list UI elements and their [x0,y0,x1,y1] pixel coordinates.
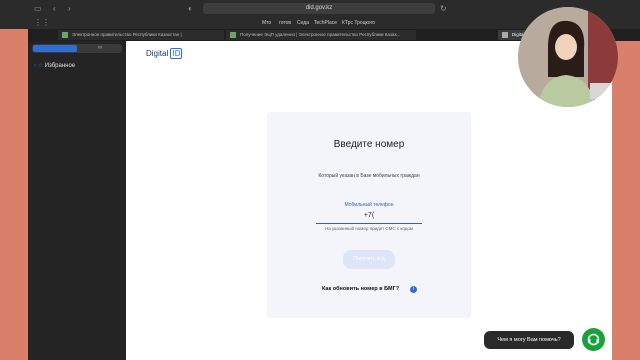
card-title: Введите номер [333,139,405,150]
bookmark-item[interactable]: Седа [297,20,309,26]
desktop-background-right [612,41,640,360]
url-text: did.gov.kz [305,5,333,11]
back-icon[interactable]: ‹ [53,0,56,17]
digital-id-logo: Digital ID [146,48,183,59]
bookmark-item[interactable]: TechPlace [314,20,337,26]
chat-button[interactable] [582,328,605,351]
star-icon: › ☆ [34,63,44,69]
reading-list-icon[interactable]: ∞ [78,44,122,53]
headset-icon [587,333,600,346]
tab-label: Получение ЭЦП удаленно | Электронное пра… [240,32,401,37]
tab-label: Электронное правительство Республики Каз… [72,32,182,37]
phone-input[interactable]: +7( [267,212,471,219]
sidebar-item-favorites[interactable]: › ☆ Избранное [34,62,75,69]
tab-eds[interactable]: Получение ЭЦП удаленно | Электронное пра… [226,30,416,40]
phone-entry-card: Введите номер Который указан в Базе моби… [267,112,471,318]
phone-field-label: Мобильный телефон [344,202,394,208]
info-icon[interactable]: i [410,286,417,293]
update-number-link[interactable]: Как обновить номер в БМГ? [322,286,399,292]
sidebar-segmented-control: ∞ [32,44,122,53]
get-code-button[interactable]: Получить код [343,250,395,269]
card-hint: Который указан в Базе мобильных граждан [318,173,420,179]
tab-egov[interactable]: Электронное правительство Республики Каз… [58,30,224,40]
bookmark-item[interactable]: КТрс Троцкого [342,20,375,26]
shield-icon[interactable]: ◐ [188,0,193,17]
bookmarks-tab-button[interactable] [33,45,77,52]
forward-icon[interactable]: › [68,0,71,17]
logo-text: Digital [146,49,169,58]
bookmark-item[interactable]: Мто [262,20,271,26]
webcam-overlay [518,7,618,107]
phone-field-help: На указанный номер придет СМС с кодом [325,226,413,231]
address-bar[interactable]: did.gov.kz [203,3,435,14]
chat-prompt-bubble[interactable]: Чем я могу Вам помочь? [484,331,574,349]
favicon-icon [230,32,236,38]
favicon-icon [62,32,68,38]
logo-id-badge: ID [170,48,183,59]
favicon-icon [502,32,508,38]
bookmark-item[interactable]: готов [279,20,291,26]
browser-sidebar: ∞ › ☆ Избранное [28,41,126,360]
sidebar-item-label: Избранное [44,63,76,69]
desktop-background [0,29,28,360]
reload-icon[interactable]: ↻ [440,0,447,17]
presenter-video-image [518,7,618,107]
phone-input-underline [316,223,422,224]
